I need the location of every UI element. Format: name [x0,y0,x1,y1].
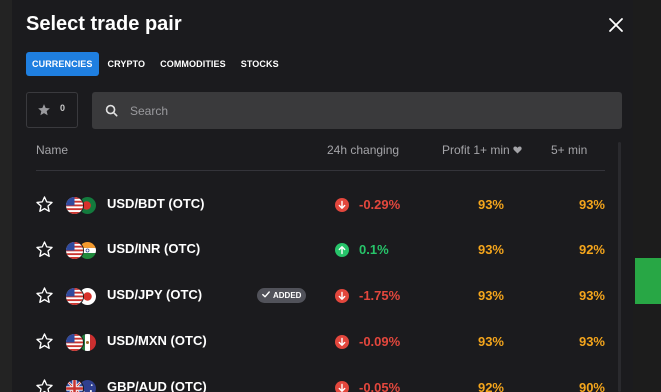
trade-pair-row[interactable]: USD/MXN (OTC) -0.09% 93% 93% [12,318,633,364]
arrow-down-icon [335,289,349,303]
change-value: 0.1% [359,242,389,257]
change-value: -0.05% [359,380,401,392]
arrow-down-icon [335,198,349,212]
pair-name: USD/INR (OTC) [107,241,201,256]
header-divider [36,170,605,171]
tab-stocks[interactable]: STOCKS [235,52,285,76]
chart-candle [635,258,661,304]
profit-5min: 93% [578,334,605,349]
arrow-down-icon [335,381,349,392]
pair-flags [65,379,97,392]
trade-pair-row[interactable]: USD/JPY (OTC) ADDED -1.75% 93% 93% [12,272,633,318]
check-icon [262,291,270,298]
added-badge-label: ADDED [273,291,302,300]
pair-flags [65,241,97,260]
column-header-profit1-label: Profit 1+ min [442,143,510,157]
pair-name: USD/BDT (OTC) [107,196,205,211]
profit-5min: 90% [578,380,605,392]
search-icon [105,104,118,117]
profit-5min: 93% [578,197,605,212]
pair-flags [65,196,97,215]
column-header-change[interactable]: 24h changing [327,143,399,157]
profit-5min: 93% [578,288,605,303]
us-flag-icon [65,333,84,352]
profit-1min: 93% [477,288,504,303]
us-flag-icon [65,241,84,260]
modal-title: Select trade pair [26,13,182,35]
search-input[interactable] [130,92,610,129]
trade-pair-row[interactable]: USD/INR (OTC) 0.1% 93% 92% [12,226,633,272]
us-flag-icon [65,287,84,306]
trade-pair-row[interactable]: USD/BDT (OTC) -0.29% 93% 93% [12,181,633,227]
heart-icon [513,146,522,154]
pair-flags [65,287,97,306]
star-icon[interactable] [35,240,54,259]
star-icon[interactable] [35,378,54,392]
profit-1min: 93% [477,197,504,212]
column-header-profit1[interactable]: Profit 1+ min [442,143,522,157]
added-badge: ADDED [257,288,307,303]
uk-flag-icon [65,379,84,392]
pair-name: GBP/AUD (OTC) [107,379,207,392]
arrow-up-icon [335,243,349,257]
tab-crypto[interactable]: CRYPTO [102,52,152,76]
change-value: -1.75% [359,288,401,303]
change-value: -0.29% [359,197,401,212]
star-icon[interactable] [35,195,54,214]
profit-5min: 92% [578,242,605,257]
change-value: -0.09% [359,334,401,349]
search-box [92,92,622,129]
favorites-filter-button[interactable]: 0 [26,92,78,128]
us-flag-icon [65,196,84,215]
pair-name: USD/JPY (OTC) [107,287,203,302]
category-tabs: CURRENCIES CRYPTO COMMODITIES STOCKS [26,52,288,76]
profit-1min: 93% [477,242,504,257]
tab-commodities[interactable]: COMMODITIES [154,52,232,76]
column-header-profit5[interactable]: 5+ min [551,143,587,157]
arrow-down-icon [335,335,349,349]
trade-pair-modal: Select trade pair CURRENCIES CRYPTO COMM… [12,0,633,392]
pair-name: USD/MXN (OTC) [107,333,207,348]
profit-1min: 93% [477,334,504,349]
star-icon [38,104,50,116]
profit-1min: 92% [477,380,504,392]
chart-background [633,0,661,392]
favorites-count: 0 [60,103,66,113]
trade-pair-row[interactable]: GBP/AUD (OTC) -0.05% 92% 90% [12,364,633,392]
tab-currencies[interactable]: CURRENCIES [26,52,99,76]
close-icon[interactable] [605,14,627,36]
pair-flags [65,333,97,352]
star-icon[interactable] [35,332,54,351]
column-header-name[interactable]: Name [36,143,68,157]
star-icon[interactable] [35,286,54,305]
